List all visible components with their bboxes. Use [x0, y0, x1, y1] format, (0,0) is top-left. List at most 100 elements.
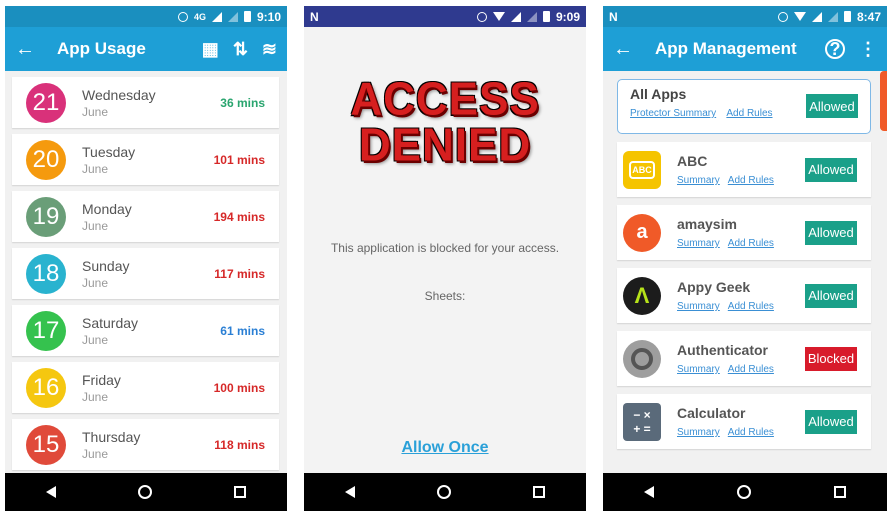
- allow-once-link[interactable]: Allow Once: [304, 439, 586, 457]
- nav-bar: [304, 473, 586, 511]
- day-text: Saturday June: [82, 315, 220, 347]
- day-name: Tuesday: [82, 143, 136, 160]
- app-bar: ← App Usage ▦ ⇅ ≋: [5, 27, 287, 71]
- add-rules-link[interactable]: Add Rules: [728, 238, 774, 249]
- back-arrow-icon[interactable]: ←: [613, 38, 643, 61]
- nav-back-icon[interactable]: [46, 486, 56, 498]
- usage-day-card[interactable]: 19 Monday June 194 mins: [12, 191, 279, 242]
- nav-recents-icon[interactable]: [833, 486, 846, 498]
- access-denied-screen: N 9:09 ACCESS DENIED This application is…: [304, 6, 586, 511]
- notification-app-icon: N: [609, 9, 618, 24]
- network-type: 4G: [193, 11, 206, 22]
- chart-icon[interactable]: ≋: [262, 39, 277, 60]
- day-month: June: [82, 104, 109, 119]
- status-button[interactable]: Blocked: [805, 346, 857, 371]
- nav-back-icon[interactable]: [345, 486, 355, 498]
- battery-icon: [843, 11, 851, 22]
- app-info: Authenticator Summary Add Rules: [677, 342, 805, 375]
- app-row[interactable]: − × + = Calculator Summary Add Rules Allowed: [617, 394, 871, 449]
- status-button[interactable]: Allowed: [805, 220, 857, 245]
- day-name: Thursday: [82, 428, 141, 445]
- signal-icon-2: [827, 11, 838, 22]
- scrollbar[interactable]: [880, 71, 887, 131]
- day-name: Monday: [82, 200, 132, 217]
- app-management-screen: N 8:47 ← App Management ? ⋮ All Apps Pro…: [603, 6, 887, 511]
- app-row[interactable]: Authenticator Summary Add Rules Blocked: [617, 331, 871, 386]
- app-info: Calculator Summary Add Rules: [677, 405, 805, 438]
- app-bar: ← App Management ? ⋮: [603, 27, 887, 71]
- day-text: Sunday June: [82, 258, 214, 290]
- app-usage-screen: 4G 9:10 ← App Usage ▦ ⇅ ≋ 21 Wednesday Jun…: [5, 6, 287, 511]
- summary-link[interactable]: Summary: [677, 364, 720, 375]
- app-name: ABC: [677, 153, 708, 169]
- summary-link[interactable]: Summary: [677, 301, 720, 312]
- nav-home-icon[interactable]: [736, 485, 751, 499]
- sort-icon[interactable]: ⇅: [233, 39, 248, 60]
- day-text: Thursday June: [82, 429, 214, 461]
- add-rules-link[interactable]: Add Rules: [728, 364, 774, 375]
- status-bar: N 8:47: [603, 6, 887, 27]
- app-row[interactable]: ABC ABC Summary Add Rules Allowed: [617, 142, 871, 197]
- add-rules-link[interactable]: Add Rules: [728, 301, 774, 312]
- page-title: App Management: [655, 39, 797, 58]
- day-name: Friday: [82, 371, 121, 388]
- grid-icon[interactable]: ▦: [202, 39, 219, 60]
- nav-bar: [5, 473, 287, 511]
- status-button[interactable]: Allowed: [805, 409, 857, 434]
- page-title: App Usage: [57, 39, 146, 58]
- status-button[interactable]: Allowed: [806, 94, 858, 118]
- usage-day-card[interactable]: 21 Wednesday June 36 mins: [12, 77, 279, 128]
- add-rules-link[interactable]: Add Rules: [728, 427, 774, 438]
- day-text: Wednesday June: [82, 87, 220, 119]
- alarm-icon: [476, 11, 487, 22]
- all-apps-title: All Apps: [630, 86, 687, 102]
- app-info: amaysim Summary Add Rules: [677, 216, 805, 249]
- usage-minutes: 118 mins: [214, 437, 265, 452]
- day-name: Wednesday: [82, 86, 156, 103]
- day-name: Saturday: [82, 314, 139, 331]
- app-rows: ABC ABC Summary Add Rules Allowed a amaysim Sum…: [617, 142, 871, 449]
- usage-list: 21 Wednesday June 36 mins 20 Tuesday June 101 m…: [5, 71, 287, 470]
- day-month: June: [82, 389, 109, 404]
- usage-day-card[interactable]: 17 Saturday June 61 mins: [12, 305, 279, 356]
- usage-day-card[interactable]: 20 Tuesday June 101 mins: [12, 134, 279, 185]
- overflow-menu-icon[interactable]: ⋮: [859, 39, 877, 60]
- summary-link[interactable]: Summary: [677, 238, 720, 249]
- abc-icon: ABC: [623, 150, 661, 189]
- nav-back-icon[interactable]: [644, 486, 655, 498]
- all-apps-card[interactable]: All Apps Protector Summary Add Rules All…: [617, 79, 871, 134]
- nav-home-icon[interactable]: [437, 485, 451, 499]
- back-arrow-icon[interactable]: ←: [15, 38, 45, 61]
- nav-recents-icon[interactable]: [533, 486, 545, 498]
- summary-link[interactable]: Summary: [677, 175, 720, 186]
- day-month: June: [82, 218, 109, 233]
- usage-minutes: 36 mins: [220, 95, 265, 110]
- help-icon[interactable]: ?: [825, 39, 845, 59]
- nav-recents-icon[interactable]: [234, 486, 246, 498]
- day-number-badge: 18: [26, 253, 66, 294]
- day-month: June: [82, 332, 109, 347]
- app-row[interactable]: a amaysim Summary Add Rules Allowed: [617, 205, 871, 260]
- denied-line-1: ACCESS: [350, 73, 540, 126]
- add-rules-link[interactable]: Add Rules: [726, 108, 772, 119]
- status-button[interactable]: Allowed: [805, 283, 857, 308]
- signal-icon-2: [227, 11, 238, 22]
- nav-home-icon[interactable]: [138, 485, 152, 499]
- usage-day-card[interactable]: 15 Thursday June 118 mins: [12, 419, 279, 470]
- day-number-badge: 20: [26, 139, 66, 180]
- usage-day-card[interactable]: 18 Sunday June 117 mins: [12, 248, 279, 299]
- protector-summary-link[interactable]: Protector Summary: [630, 108, 716, 119]
- add-rules-link[interactable]: Add Rules: [728, 175, 774, 186]
- summary-link[interactable]: Summary: [677, 427, 720, 438]
- day-text: Tuesday June: [82, 144, 214, 176]
- app-name: Calculator: [677, 405, 746, 421]
- usage-day-card[interactable]: 16 Friday June 100 mins: [12, 362, 279, 413]
- status-button[interactable]: Allowed: [805, 157, 857, 182]
- wifi-icon: [492, 12, 505, 21]
- access-denied-banner: ACCESS DENIED: [304, 73, 586, 169]
- app-row[interactable]: Λ Appy Geek Summary Add Rules Allowed: [617, 268, 871, 323]
- alarm-icon: [177, 11, 188, 22]
- battery-icon: [243, 11, 251, 22]
- day-text: Monday June: [82, 201, 214, 233]
- battery-icon: [542, 11, 550, 22]
